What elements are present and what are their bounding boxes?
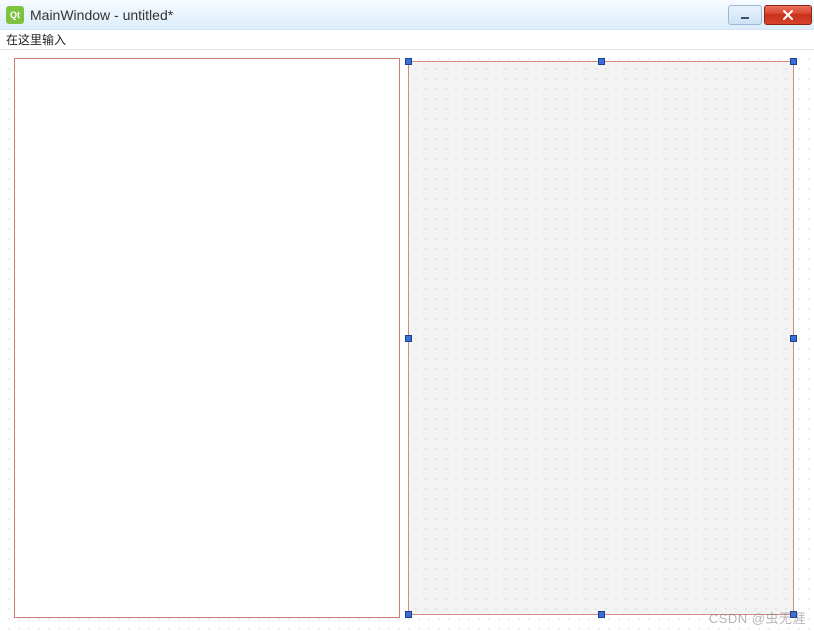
- minimize-icon: [739, 9, 751, 21]
- window-control-buttons: [728, 5, 812, 25]
- close-icon: [782, 9, 794, 21]
- close-button[interactable]: [764, 5, 812, 25]
- minimize-button[interactable]: [728, 5, 762, 25]
- resize-handle-bottom-middle[interactable]: [598, 611, 605, 618]
- resize-handle-bottom-right[interactable]: [790, 611, 797, 618]
- resize-handle-middle-left[interactable]: [405, 335, 412, 342]
- resize-handle-top-left[interactable]: [405, 58, 412, 65]
- menubar[interactable]: 在这里输入: [0, 30, 814, 50]
- titlebar: Qt MainWindow - untitled*: [0, 0, 814, 30]
- resize-handle-bottom-left[interactable]: [405, 611, 412, 618]
- left-empty-widget[interactable]: [14, 58, 400, 618]
- designer-canvas[interactable]: CSDN @虫无涯: [0, 50, 814, 631]
- menu-input-placeholder[interactable]: 在这里输入: [4, 31, 68, 48]
- window-title: MainWindow - untitled*: [30, 7, 728, 23]
- selection-outline: [408, 61, 794, 615]
- resize-handle-top-right[interactable]: [790, 58, 797, 65]
- resize-handle-top-middle[interactable]: [598, 58, 605, 65]
- resize-handle-middle-right[interactable]: [790, 335, 797, 342]
- qt-app-icon: Qt: [6, 6, 24, 24]
- right-selected-widget[interactable]: [405, 58, 797, 618]
